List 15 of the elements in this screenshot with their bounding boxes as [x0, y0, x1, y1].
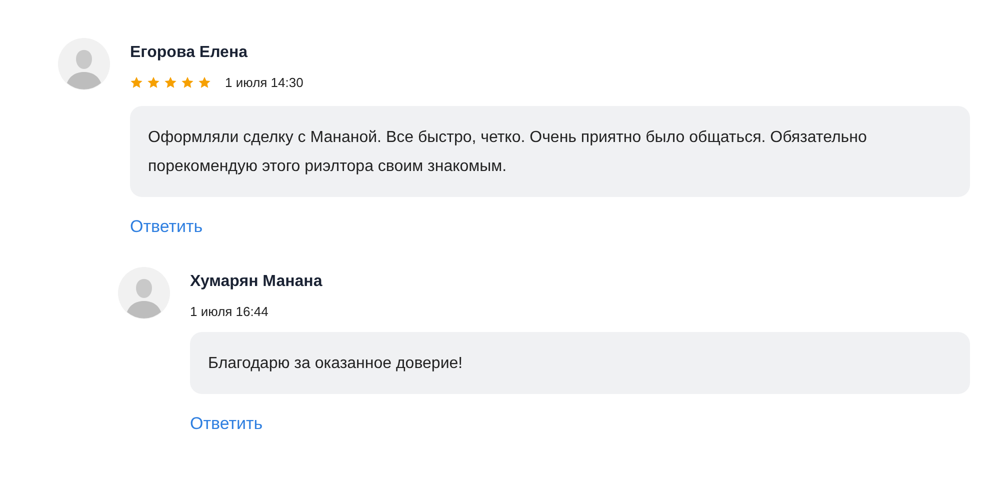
star-icon: [198, 76, 211, 89]
avatar-icon: [58, 38, 110, 90]
author-name: Хумарян Манана: [190, 273, 322, 291]
review-text: Оформляли сделку с Мананой. Все быстро, четко. Очень приятно было общаться. Обязательно порекомендую этого риэлтора своим знакомым.: [130, 106, 970, 197]
avatar-icon: [118, 267, 170, 319]
star-icon: [130, 76, 143, 89]
star-icon: [147, 76, 160, 89]
reply-link[interactable]: Ответить: [130, 217, 203, 237]
star-icon: [181, 76, 194, 89]
review-text: Благодарю за оказанное доверие!: [190, 332, 970, 394]
reply-link[interactable]: Ответить: [190, 414, 263, 434]
review-date: 1 июля 16:44: [190, 304, 268, 319]
star-icon: [164, 76, 177, 89]
author-name: Егорова Елена: [130, 44, 249, 62]
review-date: 1 июля 14:30: [225, 75, 304, 90]
